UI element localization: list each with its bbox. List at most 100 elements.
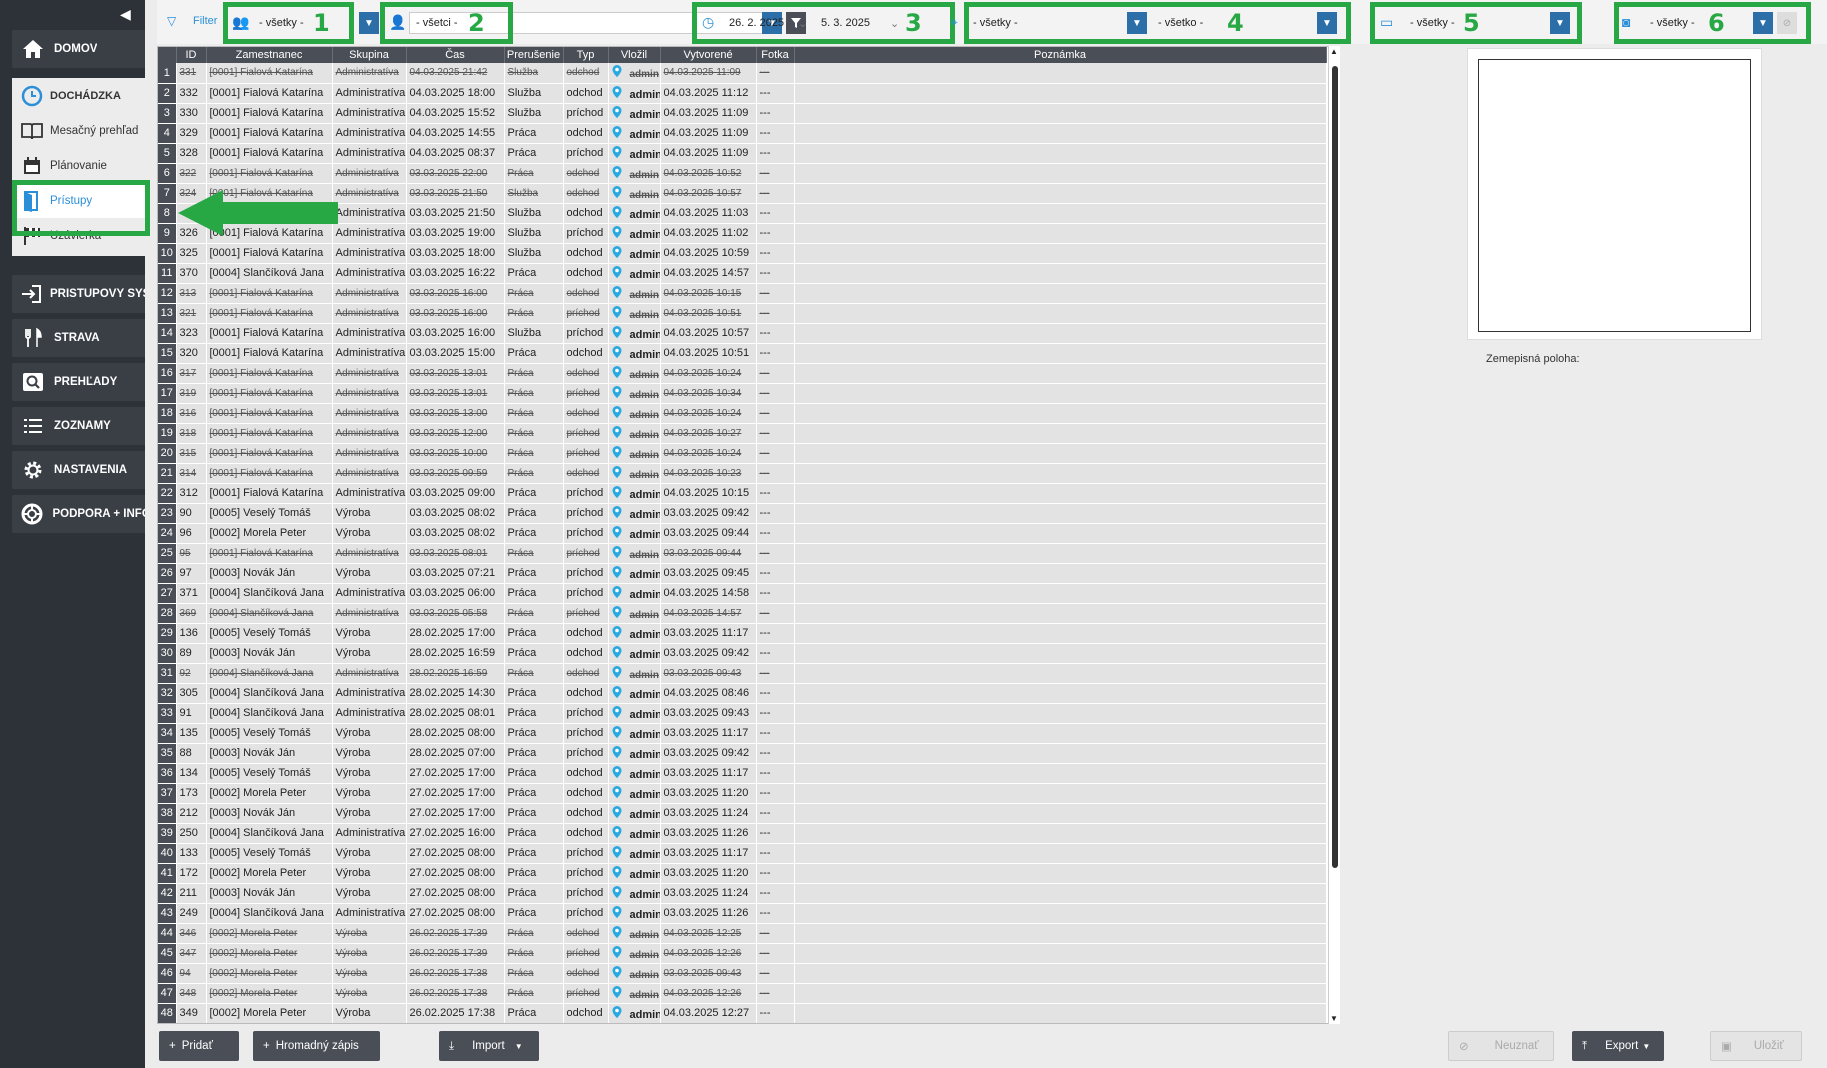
table-row[interactable]: 10 325 [0001] Fialová Katarína Administratí… <box>158 243 1327 264</box>
location-pin-icon[interactable] <box>612 945 622 961</box>
location-pin-icon[interactable] <box>612 225 622 241</box>
location-pin-icon[interactable] <box>612 365 622 381</box>
scroll-up-icon[interactable]: ▲ <box>1330 47 1338 56</box>
table-row[interactable]: 33 91 [0004] Slančíková Jana Administratíva… <box>158 703 1327 724</box>
table-row[interactable]: 27 371 [0004] Slančíková Jana Administratív… <box>158 583 1327 604</box>
column-header-group[interactable]: Skupina <box>332 47 407 63</box>
location-pin-icon[interactable] <box>612 305 622 321</box>
sidebar-item-prehlady[interactable]: PREHĽADY <box>12 363 145 401</box>
table-row[interactable]: 36 134 [0005] Veselý Tomáš Výroba 27.02.2025… <box>158 763 1327 784</box>
table-row[interactable]: 30 89 [0003] Novák Ján Výroba 28.02.2025 16:… <box>158 643 1327 664</box>
location-pin-icon[interactable] <box>612 665 622 681</box>
sidebar-item-domov[interactable]: DOMOV <box>12 30 145 68</box>
table-row[interactable]: 46 94 [0002] Morela Peter Výroba 26.02.2025 … <box>158 963 1327 984</box>
location-pin-icon[interactable] <box>612 985 622 1001</box>
table-row[interactable]: 43 249 [0004] Slančíková Jana Administratív… <box>158 903 1327 924</box>
location-pin-icon[interactable] <box>612 525 622 541</box>
location-pin-icon[interactable] <box>612 425 622 441</box>
table-row[interactable]: 11 370 [0004] Slančíková Jana Administratív… <box>158 263 1327 284</box>
table-row[interactable]: 40 133 [0005] Veselý Tomáš Výroba 27.02.2025… <box>158 843 1327 864</box>
reject-button[interactable]: ⊘ Neuznať <box>1448 1031 1554 1061</box>
location-pin-icon[interactable] <box>612 625 622 641</box>
location-pin-icon[interactable] <box>612 105 622 121</box>
location-pin-icon[interactable] <box>612 145 622 161</box>
location-pin-icon[interactable] <box>612 505 622 521</box>
location-pin-icon[interactable] <box>612 405 622 421</box>
location-pin-icon[interactable] <box>612 685 622 701</box>
location-pin-icon[interactable] <box>612 445 622 461</box>
table-row[interactable]: 2 332 [0001] Fialová Katarína Administratív… <box>158 83 1327 104</box>
location-pin-icon[interactable] <box>612 265 622 281</box>
sidebar-item-mesacny-prehlad[interactable]: Mesačný prehľad <box>12 113 145 148</box>
location-pin-icon[interactable] <box>612 845 622 861</box>
column-header-note[interactable]: Poznámka <box>794 47 1327 63</box>
scroll-down-icon[interactable]: ▼ <box>1330 1014 1338 1023</box>
collapse-sidebar-icon[interactable]: ◀ <box>120 6 131 23</box>
table-row[interactable]: 44 346 [0002] Morela Peter Výroba 26.02.2025… <box>158 923 1327 944</box>
location-pin-icon[interactable] <box>612 125 622 141</box>
sidebar-item-zoznamy[interactable]: ZOZNAMY <box>12 407 145 445</box>
column-header-photo[interactable]: Fotka <box>756 47 795 63</box>
bulk-entry-button[interactable]: + Hromadný zápis <box>253 1031 380 1061</box>
location-pin-icon[interactable] <box>612 825 622 841</box>
location-pin-icon[interactable] <box>612 645 622 661</box>
save-button[interactable]: ▣ Uložiť <box>1710 1031 1802 1061</box>
table-row[interactable]: 42 211 [0003] Novák Ján Výroba 27.02.2025 08… <box>158 883 1327 904</box>
table-row[interactable]: 41 172 [0002] Morela Peter Výroba 27.02.2025… <box>158 863 1327 884</box>
table-row[interactable]: 19 318 [0001] Fialová Katarína Administratí… <box>158 423 1327 444</box>
location-pin-icon[interactable] <box>612 705 622 721</box>
column-header-employee[interactable]: Zamestnanec <box>206 47 333 63</box>
location-pin-icon[interactable] <box>612 245 622 261</box>
location-pin-icon[interactable] <box>612 345 622 361</box>
table-row[interactable]: 18 316 [0001] Fialová Katarína Administratí… <box>158 403 1327 424</box>
table-row[interactable]: 12 313 [0001] Fialová Katarína Administratí… <box>158 283 1327 304</box>
location-pin-icon[interactable] <box>612 1005 622 1021</box>
location-pin-icon[interactable] <box>612 585 622 601</box>
table-row[interactable]: 34 135 [0005] Veselý Tomáš Výroba 28.02.2025… <box>158 723 1327 744</box>
table-row[interactable]: 25 95 [0001] Fialová Katarína Administratív… <box>158 543 1327 564</box>
column-header-created[interactable]: Vytvorené <box>660 47 757 63</box>
table-row[interactable]: 47 348 [0002] Morela Peter Výroba 26.02.2025… <box>158 983 1327 1004</box>
table-row[interactable]: 1 331 [0001] Fialová Katarína Administratív… <box>158 63 1327 84</box>
scrollbar-thumb[interactable] <box>1332 66 1338 868</box>
location-pin-icon[interactable] <box>612 765 622 781</box>
table-row[interactable]: 20 315 [0001] Fialová Katarína Administratí… <box>158 443 1327 464</box>
add-button[interactable]: + Pridať <box>159 1031 239 1061</box>
table-row[interactable]: 15 320 [0001] Fialová Katarína Administratí… <box>158 343 1327 364</box>
table-row[interactable]: 22 312 [0001] Fialová Katarína Administratí… <box>158 483 1327 504</box>
table-row[interactable]: 26 97 [0003] Novák Ján Výroba 03.03.2025 07:… <box>158 563 1327 584</box>
table-row[interactable]: 13 321 [0001] Fialová Katarína Administratí… <box>158 303 1327 324</box>
table-row[interactable]: 45 347 [0002] Morela Peter Výroba 26.02.2025… <box>158 943 1327 964</box>
table-row[interactable]: 39 250 [0004] Slančíková Jana Administratív… <box>158 823 1327 844</box>
column-header-type[interactable]: Typ <box>563 47 609 63</box>
sidebar-item-dochadzka[interactable]: DOCHÁDZKA <box>12 78 145 113</box>
location-pin-icon[interactable] <box>612 965 622 981</box>
location-pin-icon[interactable] <box>612 885 622 901</box>
location-pin-icon[interactable] <box>612 905 622 921</box>
table-row[interactable]: 23 90 [0005] Veselý Tomáš Výroba 03.03.2025 … <box>158 503 1327 524</box>
location-pin-icon[interactable] <box>612 465 622 481</box>
location-pin-icon[interactable] <box>612 285 622 301</box>
location-pin-icon[interactable] <box>612 85 622 101</box>
location-pin-icon[interactable] <box>612 65 622 80</box>
table-row[interactable]: 17 319 [0001] Fialová Katarína Administratí… <box>158 383 1327 404</box>
table-row[interactable]: 4 329 [0001] Fialová Katarína Administratív… <box>158 123 1327 144</box>
table-row[interactable]: 31 92 [0004] Slančíková Jana Administratíva… <box>158 663 1327 684</box>
table-row[interactable]: 29 136 [0005] Veselý Tomáš Výroba 28.02.2025… <box>158 623 1327 644</box>
table-row[interactable]: 16 317 [0001] Fialová Katarína Administratí… <box>158 363 1327 384</box>
location-pin-icon[interactable] <box>612 165 622 181</box>
table-row[interactable]: 21 314 [0001] Fialová Katarína Administratí… <box>158 463 1327 484</box>
location-pin-icon[interactable] <box>612 925 622 941</box>
location-pin-icon[interactable] <box>612 865 622 881</box>
column-header-time[interactable]: Čas <box>406 47 505 63</box>
group-dropdown-button[interactable]: ▼ <box>359 12 379 34</box>
sidebar-item-pristupovy-system[interactable]: PRÍSTUPOVÝ SYSTÉM <box>12 275 145 313</box>
location-pin-icon[interactable] <box>612 325 622 341</box>
table-row[interactable]: 35 88 [0003] Novák Ján Výroba 28.02.2025 07:… <box>158 743 1327 764</box>
location-pin-icon[interactable] <box>612 185 622 201</box>
column-header-interruption[interactable]: Prerušenie <box>504 47 564 63</box>
location-pin-icon[interactable] <box>612 385 622 401</box>
export-button[interactable]: ⤒ Export ▼ <box>1572 1031 1664 1061</box>
location-pin-icon[interactable] <box>612 485 622 501</box>
table-row[interactable]: 28 369 [0004] Slančíková Jana Administratív… <box>158 603 1327 624</box>
